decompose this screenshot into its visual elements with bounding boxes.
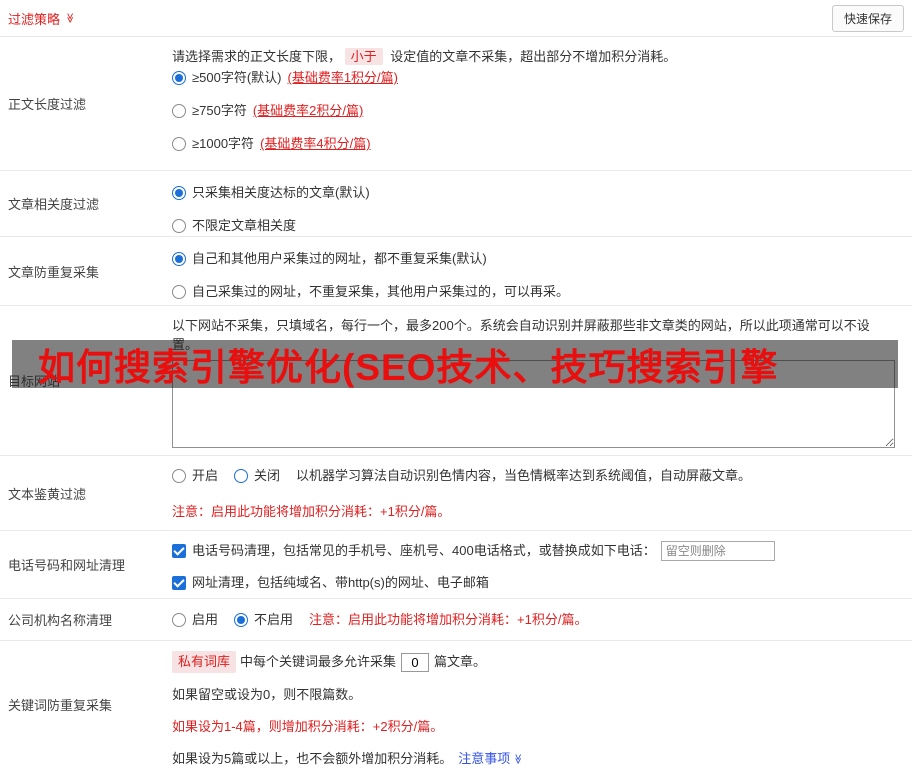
row-content-phone-url: 电话号码清理，包括常见的手机号、座机号、400电话格式，或替换成如下电话： 网址… (172, 531, 912, 598)
radio-750-icon[interactable] (172, 104, 186, 118)
relevance-option-any[interactable]: 不限定文章相关度 (172, 216, 902, 236)
notice-link-label[interactable]: 注意事项 (458, 749, 510, 769)
row-porn-filter: 文本鉴黄过滤 开启 关闭 以机器学习算法自动识别色情内容，当色情概率达到系统阈值… (0, 455, 912, 530)
relevance-option-any-label[interactable]: 不限定文章相关度 (192, 216, 296, 236)
row-content-length: 请选择需求的正文长度下限， 小于 设定值的文章不采集，超出部分不增加积分消耗。 … (172, 37, 912, 170)
row-label-company: 公司机构名称清理 (8, 613, 113, 628)
checkbox-phone-clean-icon[interactable] (172, 544, 186, 558)
relevance-option-strict[interactable]: 只采集相关度达标的文章(默认) (172, 183, 902, 203)
row-label-relevance: 文章相关度过滤 (8, 197, 100, 212)
porn-desc: 以机器学习算法自动识别色情内容，当色情概率达到系统阈值，自动屏蔽文章。 (296, 468, 752, 483)
keyword-note-cost: 如果设为1-4篇，则增加积分消耗：+2积分/篇。 (172, 719, 444, 734)
checkbox-url-clean-icon[interactable] (172, 576, 186, 590)
dedup-option-global-label[interactable]: 自己和其他用户采集过的网址，都不重复采集(默认) (192, 249, 487, 269)
dedup-option-self-label[interactable]: 自己采集过的网址，不重复采集，其他用户采集过的，可以再采。 (192, 282, 569, 302)
company-options-line: 启用 不启用 注意：启用此功能将增加积分消耗：+1积分/篇。 (172, 610, 902, 630)
row-label-length: 正文长度过滤 (8, 97, 87, 112)
keyword-note-five-line: 如果设为5篇或以上，也不会额外增加积分消耗。 注意事项 ≫ (172, 749, 902, 769)
radio-dedup-global-icon[interactable] (172, 252, 186, 266)
radio-company-on-icon[interactable] (172, 613, 186, 627)
page-title[interactable]: 过滤策略 ≫ (8, 9, 76, 28)
relevance-option-strict-label[interactable]: 只采集相关度达标的文章(默认) (192, 183, 370, 203)
keyword-note-empty: 如果留空或设为0，则不限篇数。 (172, 687, 362, 702)
radio-company-off-icon[interactable] (234, 613, 249, 627)
notice-link[interactable]: 注意事项 ≫ (458, 749, 524, 769)
company-note: 注意：启用此功能将增加积分消耗：+1积分/篇。 (309, 612, 588, 627)
keyword-limit-suffix: 篇文章。 (434, 654, 487, 669)
radio-500-icon[interactable] (172, 71, 186, 85)
row-label-keyword: 关键词防重复采集 (8, 698, 113, 713)
porn-option-on-label[interactable]: 开启 (192, 466, 218, 486)
row-relevance-filter: 文章相关度过滤 只采集相关度达标的文章(默认) 不限定文章相关度 (0, 170, 912, 236)
company-option-off-label[interactable]: 不启用 (254, 610, 293, 630)
row-label-phone-url: 电话号码和网址清理 (8, 558, 126, 573)
page-title-label: 过滤策略 (8, 11, 61, 27)
url-clean-line: 网址清理，包括纯域名、带http(s)的网址、电子邮箱 (172, 573, 902, 593)
phone-clean-line: 电话号码清理，包括常见的手机号、座机号、400电话格式，或替换成如下电话： (172, 541, 902, 561)
radio-relevance-strict-icon[interactable] (172, 186, 186, 200)
row-label-porn: 文本鉴黄过滤 (8, 486, 87, 502)
private-lexicon-tag[interactable]: 私有词库 (172, 651, 237, 673)
length-option-500-label[interactable]: ≥500字符(默认) (192, 68, 281, 88)
row-content-porn: 开启 关闭 以机器学习算法自动识别色情内容，当色情概率达到系统阈值，自动屏蔽文章… (172, 456, 912, 530)
radio-porn-off-icon[interactable] (234, 469, 249, 483)
header-bar: 过滤策略 ≫ 快速保存 (0, 0, 912, 36)
row-dedup-filter: 文章防重复采集 自己和其他用户采集过的网址，都不重复采集(默认) 自己采集过的网… (0, 236, 912, 305)
length-option-500[interactable]: ≥500字符(默认) (基础费率1积分/篇) (172, 68, 902, 88)
watermark-text: 如何搜索引擎优化(SEO技术、技巧搜索引擎 (38, 347, 779, 388)
row-content-relevance: 只采集相关度达标的文章(默认) 不限定文章相关度 (172, 171, 912, 236)
row-label-dedup: 文章防重复采集 (8, 264, 100, 280)
row-phone-url-clean: 电话号码和网址清理 电话号码清理，包括常见的手机号、座机号、400电话格式，或替… (0, 530, 912, 598)
row-keyword-dedup: 关键词防重复采集 私有词库 中每个关键词最多允许采集 篇文章。 如果留空或设为0… (0, 640, 912, 768)
porn-options-line: 开启 关闭 以机器学习算法自动识别色情内容，当色情概率达到系统阈值，自动屏蔽文章… (172, 466, 902, 486)
length-option-750-note: (基础费率2积分/篇) (252, 103, 364, 118)
quick-save-button[interactable]: 快速保存 (831, 4, 904, 32)
length-desc-post: 设定值的文章不采集，超出部分不增加积分消耗。 (390, 49, 677, 64)
dedup-option-self[interactable]: 自己采集过的网址，不重复采集，其他用户采集过的，可以再采。 (172, 282, 902, 302)
length-desc: 请选择需求的正文长度下限， 小于 设定值的文章不采集，超出部分不增加积分消耗。 (172, 47, 902, 66)
chevron-down-icon: ≫ (64, 12, 76, 24)
row-company-clean: 公司机构名称清理 启用 不启用 注意：启用此功能将增加积分消耗：+1积分/篇。 (0, 598, 912, 640)
length-option-1000-label[interactable]: ≥1000字符 (192, 134, 254, 154)
row-content-keyword: 私有词库 中每个关键词最多允许采集 篇文章。 如果留空或设为0，则不限篇数。 如… (172, 641, 912, 768)
porn-option-off-label[interactable]: 关闭 (254, 466, 280, 486)
length-desc-highlight: 小于 (344, 48, 383, 65)
keyword-limit-text: 中每个关键词最多允许采集 (240, 654, 397, 669)
phone-clean-label[interactable]: 电话号码清理，包括常见的手机号、座机号、400电话格式，或替换成如下电话： (192, 541, 656, 561)
row-content-company: 启用 不启用 注意：启用此功能将增加积分消耗：+1积分/篇。 (172, 599, 912, 640)
radio-dedup-self-icon[interactable] (172, 285, 186, 299)
length-option-1000[interactable]: ≥1000字符 (基础费率4积分/篇) (172, 134, 902, 154)
radio-relevance-any-icon[interactable] (172, 219, 186, 233)
length-option-500-note: (基础费率1积分/篇) (287, 70, 398, 85)
keyword-limit-line: 私有词库 中每个关键词最多允许采集 篇文章。 (172, 651, 902, 673)
chevron-down-icon: ≫ (512, 753, 524, 765)
url-clean-label[interactable]: 网址清理，包括纯域名、带http(s)的网址、电子邮箱 (192, 573, 489, 593)
radio-1000-icon[interactable] (172, 137, 186, 151)
company-option-on-label[interactable]: 启用 (192, 610, 218, 630)
length-option-1000-note: (基础费率4积分/篇) (260, 136, 371, 151)
dedup-option-global[interactable]: 自己和其他用户采集过的网址，都不重复采集(默认) (172, 249, 902, 269)
radio-porn-on-icon[interactable] (172, 469, 186, 483)
keyword-count-input[interactable] (401, 652, 430, 672)
watermark-overlay: 如何搜索引擎优化(SEO技术、技巧搜索引擎 (12, 340, 898, 388)
keyword-note-five: 如果设为5篇或以上，也不会额外增加积分消耗。 (172, 751, 453, 766)
replacement-phone-input[interactable] (660, 541, 775, 561)
porn-note: 注意：启用此功能将增加积分消耗：+1积分/篇。 (172, 504, 451, 519)
length-option-750-label[interactable]: ≥750字符 (192, 101, 247, 121)
length-desc-pre: 请选择需求的正文长度下限， (172, 49, 342, 64)
row-length-filter: 正文长度过滤 请选择需求的正文长度下限， 小于 设定值的文章不采集，超出部分不增… (0, 36, 912, 170)
length-option-750[interactable]: ≥750字符 (基础费率2积分/篇) (172, 101, 902, 121)
row-content-dedup: 自己和其他用户采集过的网址，都不重复采集(默认) 自己采集过的网址，不重复采集，… (172, 237, 912, 305)
